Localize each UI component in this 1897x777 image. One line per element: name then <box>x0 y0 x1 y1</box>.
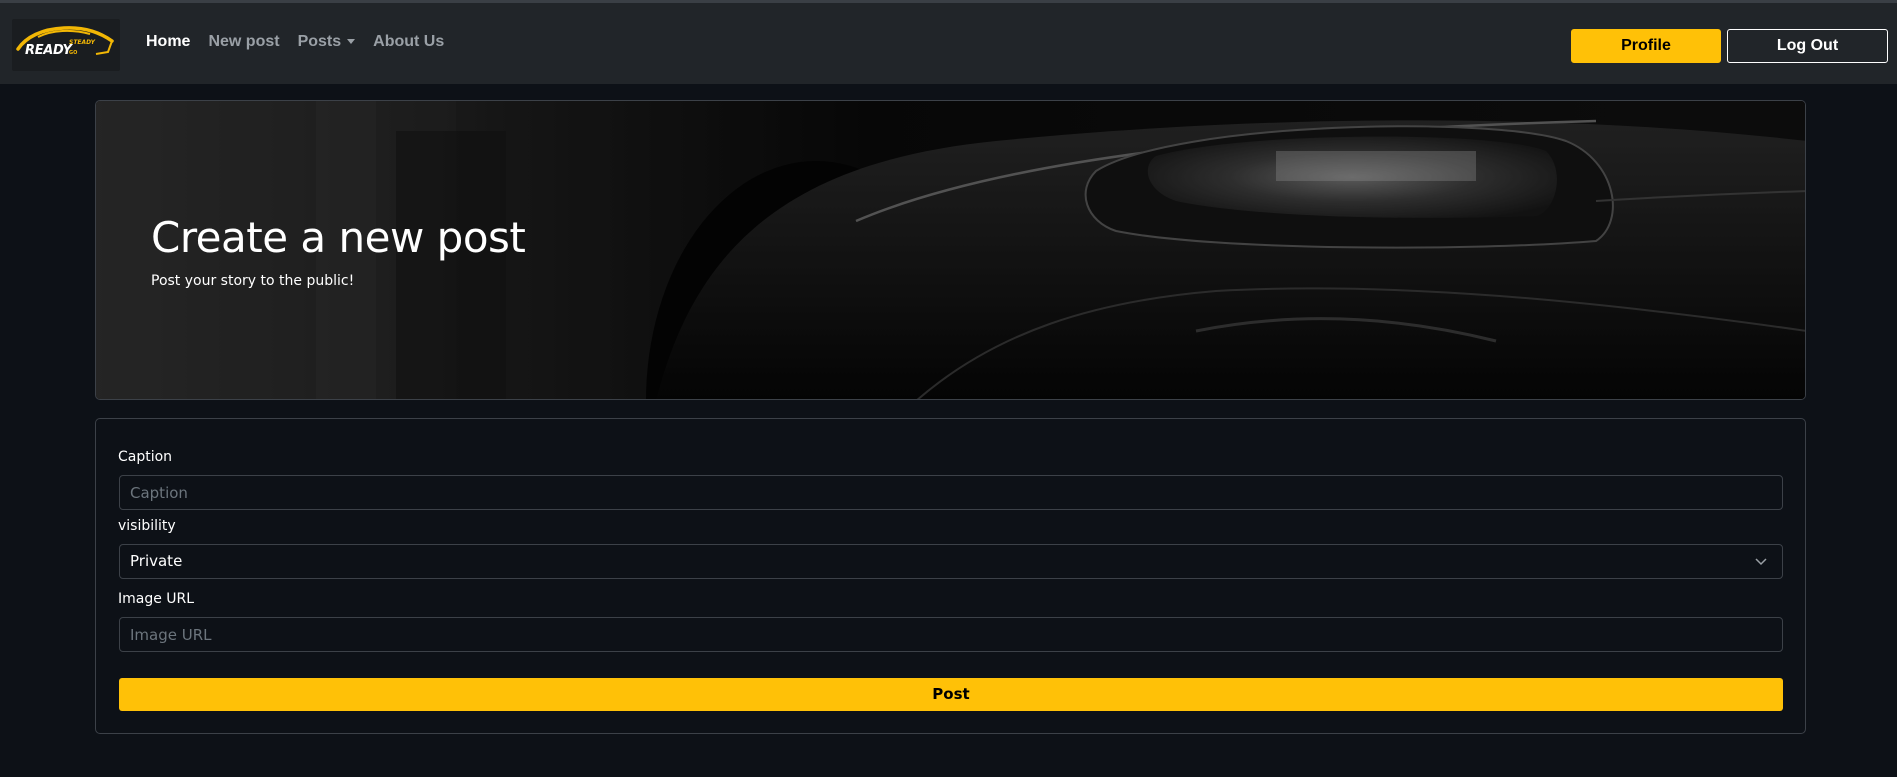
nav-link-home[interactable]: Home <box>146 33 190 51</box>
new-post-form: Caption visibility Private Image URL Pos… <box>95 418 1806 734</box>
logo-text: READY <box>25 43 72 58</box>
brand-logo[interactable]: READY STEADY GO <box>12 19 120 71</box>
logout-button[interactable]: Log Out <box>1727 29 1888 63</box>
page-subtitle: Post your story to the public! <box>151 273 355 289</box>
nav-link-posts-dropdown[interactable]: Posts <box>298 33 356 51</box>
image-url-input[interactable] <box>130 618 1782 651</box>
caption-field-wrapper <box>119 475 1783 510</box>
logo-text-tiny: GO <box>69 50 78 56</box>
caret-down-icon <box>347 39 356 45</box>
chevron-down-icon <box>1755 558 1767 566</box>
image-url-label: Image URL <box>118 591 195 607</box>
visibility-label: visibility <box>118 518 176 534</box>
image-url-field-wrapper <box>119 617 1783 652</box>
page-title: Create a new post <box>151 213 526 262</box>
hero-banner: Create a new post Post your story to the… <box>95 100 1806 400</box>
profile-button[interactable]: Profile <box>1571 29 1721 63</box>
logo-text-small: STEADY <box>69 39 96 46</box>
visibility-selected-value: Private <box>130 552 183 570</box>
post-button[interactable]: Post <box>119 678 1783 711</box>
caption-input[interactable] <box>130 476 1782 509</box>
navbar: READY STEADY GO Home New post Posts Abou… <box>0 3 1897 84</box>
visibility-select[interactable]: Private <box>119 544 1783 579</box>
nav-link-new-post[interactable]: New post <box>208 33 279 51</box>
nav-links: Home New post Posts About Us <box>146 33 462 51</box>
caption-label: Caption <box>118 449 173 465</box>
nav-link-about-us[interactable]: About Us <box>373 33 444 51</box>
nav-link-posts-label: Posts <box>297 33 342 50</box>
